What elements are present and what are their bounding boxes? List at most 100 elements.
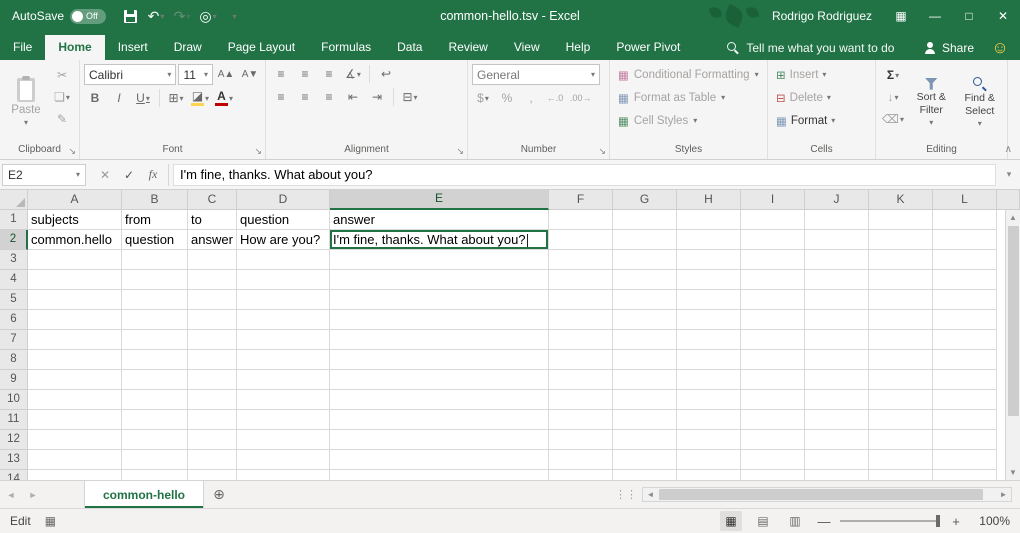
cell-E10[interactable] — [330, 390, 549, 410]
ribbon-tab-view[interactable]: View — [501, 35, 553, 60]
sort-filter-button[interactable]: Sort & Filter ▾ — [908, 63, 955, 142]
cell-G8[interactable] — [613, 350, 677, 370]
row-header-11[interactable]: 11 — [0, 410, 28, 430]
ribbon-tab-home[interactable]: Home — [45, 35, 104, 60]
column-header-D[interactable]: D — [237, 190, 330, 210]
cell-H5[interactable] — [677, 290, 741, 310]
cell-H11[interactable] — [677, 410, 741, 430]
percent-style-button[interactable]: % — [496, 88, 518, 108]
cell-A9[interactable] — [28, 370, 122, 390]
cell-G13[interactable] — [613, 450, 677, 470]
cell-L14[interactable] — [933, 470, 997, 480]
ribbon-tab-draw[interactable]: Draw — [161, 35, 215, 60]
cell-K13[interactable] — [869, 450, 933, 470]
cell-A11[interactable] — [28, 410, 122, 430]
cell-B14[interactable] — [122, 470, 188, 480]
cell-I3[interactable] — [741, 250, 805, 270]
column-header-G[interactable]: G — [613, 190, 677, 210]
cell-J8[interactable] — [805, 350, 869, 370]
macro-record-button[interactable]: ▦ — [45, 514, 56, 528]
column-header-A[interactable]: A — [28, 190, 122, 210]
cell-L10[interactable] — [933, 390, 997, 410]
font-name-combo[interactable]: Calibri ▾ — [84, 64, 176, 85]
cell-L9[interactable] — [933, 370, 997, 390]
cell-E11[interactable] — [330, 410, 549, 430]
column-header-B[interactable]: B — [122, 190, 188, 210]
cell-B1[interactable]: from — [122, 210, 188, 230]
cell-G1[interactable] — [613, 210, 677, 230]
page-break-view-button[interactable]: ▥ — [784, 511, 806, 531]
cell-C3[interactable] — [188, 250, 237, 270]
cell-K3[interactable] — [869, 250, 933, 270]
fill-button[interactable]: ↓▾ — [880, 87, 906, 107]
cell-D6[interactable] — [237, 310, 330, 330]
cell-I4[interactable] — [741, 270, 805, 290]
zoom-level[interactable]: 100% — [974, 514, 1010, 528]
cell-J2[interactable] — [805, 230, 869, 250]
cell-E14[interactable] — [330, 470, 549, 480]
cell-F5[interactable] — [549, 290, 613, 310]
column-header-C[interactable]: C — [188, 190, 237, 210]
cell-J11[interactable] — [805, 410, 869, 430]
cell-I11[interactable] — [741, 410, 805, 430]
cell-C1[interactable]: to — [188, 210, 237, 230]
cell-F3[interactable] — [549, 250, 613, 270]
cell-B6[interactable] — [122, 310, 188, 330]
cell-D2[interactable]: How are you? — [237, 230, 330, 250]
cell-A12[interactable] — [28, 430, 122, 450]
cell-I13[interactable] — [741, 450, 805, 470]
cell-J6[interactable] — [805, 310, 869, 330]
cell-C4[interactable] — [188, 270, 237, 290]
cell-K6[interactable] — [869, 310, 933, 330]
row-header-5[interactable]: 5 — [0, 290, 28, 310]
underline-button[interactable]: U▾ — [132, 88, 154, 108]
cell-K14[interactable] — [869, 470, 933, 480]
cell-H1[interactable] — [677, 210, 741, 230]
horizontal-scrollbar[interactable]: ◄ ► — [642, 487, 1012, 502]
row-header-8[interactable]: 8 — [0, 350, 28, 370]
cell-A3[interactable] — [28, 250, 122, 270]
cell-C2[interactable]: answer — [188, 230, 237, 250]
cell-F14[interactable] — [549, 470, 613, 480]
cell-B4[interactable] — [122, 270, 188, 290]
cell-I6[interactable] — [741, 310, 805, 330]
cell-D12[interactable] — [237, 430, 330, 450]
cell-F2[interactable] — [549, 230, 613, 250]
close-button[interactable]: ✕ — [986, 0, 1020, 32]
cell-H8[interactable] — [677, 350, 741, 370]
cell-B11[interactable] — [122, 410, 188, 430]
cell-F8[interactable] — [549, 350, 613, 370]
cell-A13[interactable] — [28, 450, 122, 470]
ribbon-tab-page-layout[interactable]: Page Layout — [215, 35, 308, 60]
cell-J9[interactable] — [805, 370, 869, 390]
cell-E8[interactable] — [330, 350, 549, 370]
cell-I8[interactable] — [741, 350, 805, 370]
column-header-E[interactable]: E — [330, 190, 549, 210]
cell-E5[interactable] — [330, 290, 549, 310]
horizontal-scroll-track[interactable] — [658, 488, 996, 501]
cell-C10[interactable] — [188, 390, 237, 410]
cell-J7[interactable] — [805, 330, 869, 350]
cell-K10[interactable] — [869, 390, 933, 410]
paste-button[interactable]: Paste ▾ — [4, 63, 48, 142]
cell-J5[interactable] — [805, 290, 869, 310]
cell-F9[interactable] — [549, 370, 613, 390]
column-header-K[interactable]: K — [869, 190, 933, 210]
font-color-button[interactable]: A ▾ — [213, 88, 235, 108]
cell-C6[interactable] — [188, 310, 237, 330]
cell-B2[interactable]: question — [122, 230, 188, 250]
cell-A6[interactable] — [28, 310, 122, 330]
cell-E6[interactable] — [330, 310, 549, 330]
cell-C12[interactable] — [188, 430, 237, 450]
cell-K8[interactable] — [869, 350, 933, 370]
cell-D7[interactable] — [237, 330, 330, 350]
cut-button[interactable]: ✂ — [51, 65, 73, 85]
cell-F10[interactable] — [549, 390, 613, 410]
cell-F7[interactable] — [549, 330, 613, 350]
zoom-in-button[interactable]: + — [948, 514, 964, 529]
autosave-toggle[interactable]: Off — [70, 9, 106, 24]
cell-B12[interactable] — [122, 430, 188, 450]
cell-A1[interactable]: subjects — [28, 210, 122, 230]
cell-F4[interactable] — [549, 270, 613, 290]
cell-E12[interactable] — [330, 430, 549, 450]
